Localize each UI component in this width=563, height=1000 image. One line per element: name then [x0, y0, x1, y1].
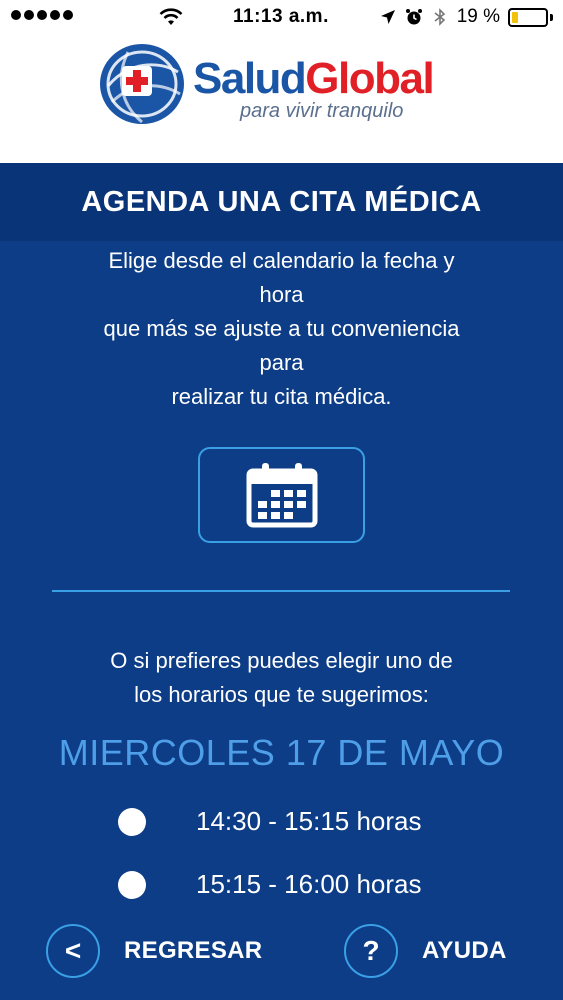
- suggested-date-label: MIERCOLES 17 DE MAYO: [58, 732, 505, 773]
- status-time: 11:13 a.m.: [233, 6, 329, 27]
- wifi-icon: [159, 8, 183, 25]
- bluetooth-icon: [434, 8, 445, 26]
- alarm-icon: [405, 9, 422, 25]
- radio-button[interactable]: [118, 871, 146, 899]
- suggest-text: O si prefieres puedes elegir uno de los …: [40, 644, 523, 712]
- suggest-line: los horarios que te sugerimos:: [134, 682, 429, 707]
- section-divider: [52, 590, 510, 592]
- globe-cross-logo-icon: [100, 44, 184, 124]
- radio-button[interactable]: [118, 808, 146, 836]
- help-button-label: AYUDA: [422, 937, 507, 964]
- intro-text: Elige desde el calendario la fecha y hor…: [40, 244, 523, 414]
- page-title: AGENDA UNA CITA MÉDICA: [81, 185, 482, 218]
- intro-line: para: [259, 350, 304, 375]
- battery-icon: [508, 7, 553, 27]
- time-slot-label: 14:30 - 15:15 horas: [196, 806, 422, 836]
- help-button[interactable]: ? AYUDA: [344, 924, 507, 978]
- brand-wordmark: SaludGlobal: [193, 54, 435, 103]
- intro-line: hora: [259, 282, 304, 307]
- intro-line: que más se ajuste a tu conveniencia: [103, 316, 460, 341]
- battery-percent: 19 %: [456, 6, 500, 27]
- question-mark-icon: ?: [344, 924, 398, 978]
- intro-line: Elige desde el calendario la fecha y: [108, 248, 455, 273]
- status-bar: 11:13 a.m. 19 %: [0, 0, 563, 36]
- brand-tagline: para vivir tranquilo: [240, 100, 404, 122]
- intro-line: realizar tu cita médica.: [171, 384, 392, 409]
- time-slot-option[interactable]: 15:15 - 16:00 horas: [0, 863, 563, 907]
- back-button[interactable]: < REGRESAR: [46, 924, 262, 978]
- time-slot-option[interactable]: 14:30 - 15:15 horas: [0, 800, 563, 844]
- calendar-icon: [246, 463, 317, 528]
- location-arrow-icon: [380, 10, 395, 24]
- chevron-left-icon: <: [46, 924, 100, 978]
- signal-dots-icon: [11, 10, 73, 20]
- open-calendar-button[interactable]: [198, 447, 365, 543]
- back-button-label: REGRESAR: [124, 937, 263, 964]
- brand-logo: SaludGlobal para vivir tranquilo: [98, 40, 478, 126]
- app-header: 11:13 a.m. 19 % SaludGlobal para vivir t…: [0, 0, 563, 163]
- suggest-line: O si prefieres puedes elegir uno de: [110, 648, 453, 673]
- time-slot-label: 15:15 - 16:00 horas: [196, 869, 422, 899]
- title-band: AGENDA UNA CITA MÉDICA: [0, 163, 563, 241]
